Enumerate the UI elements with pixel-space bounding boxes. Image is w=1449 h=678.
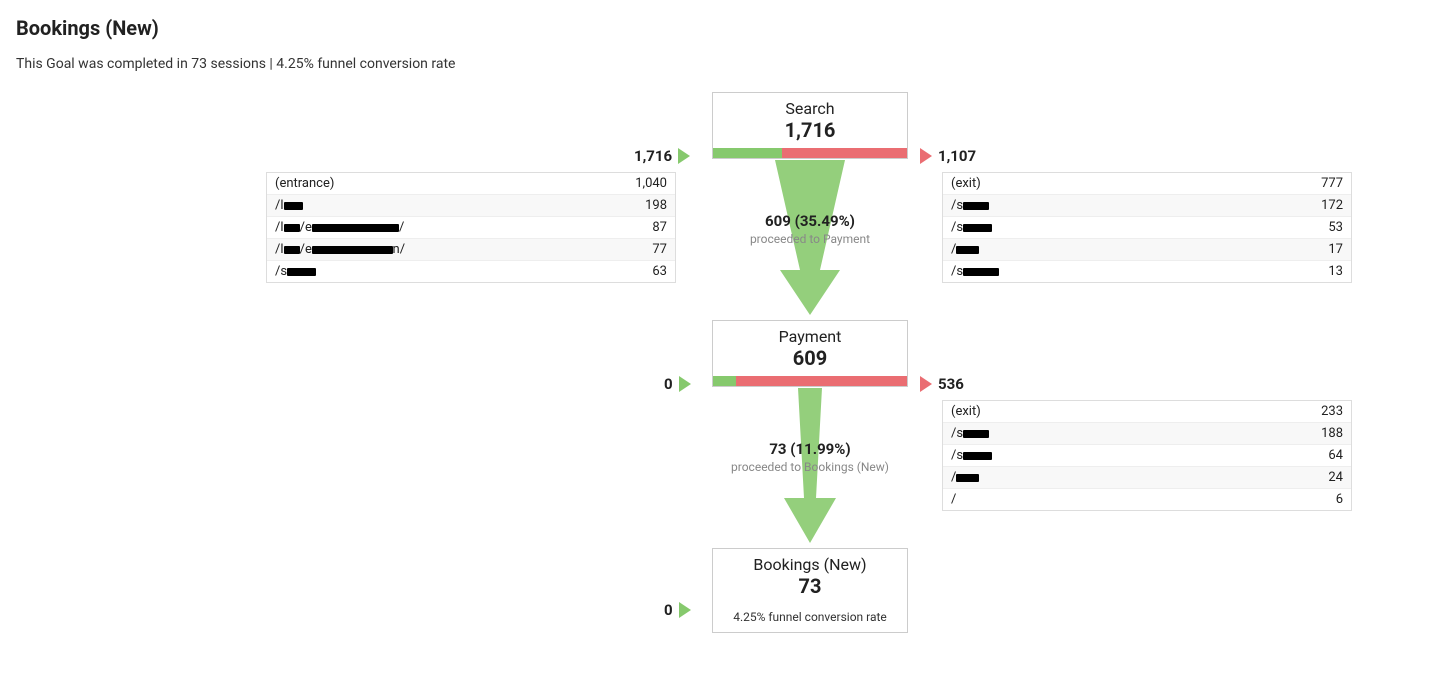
table-row[interactable]: /s 53	[943, 217, 1351, 239]
inflow-value: 1,716	[634, 147, 672, 165]
funnel-step-search[interactable]: Search 1,716	[712, 92, 908, 159]
row-value: 188	[1293, 426, 1343, 441]
table-row[interactable]: /l /e n/77	[267, 239, 675, 261]
arrow-right-red-icon	[920, 148, 932, 164]
row-value: 77	[617, 242, 667, 257]
table-row[interactable]: /s 188	[943, 423, 1351, 445]
table-row[interactable]: / 24	[943, 467, 1351, 489]
step-bar	[713, 376, 907, 386]
table-row[interactable]: /l 198	[267, 195, 675, 217]
funnel-step-bookings[interactable]: Bookings (New) 73 4.25% funnel conversio…	[712, 548, 908, 633]
row-label: /	[951, 492, 1293, 507]
exit-table-search[interactable]: (exit)777/s 172/s 53/ 17/s 13	[942, 172, 1352, 283]
entrance-table-search[interactable]: (entrance)1,040/l 198/l /e /87/l /e n/77…	[266, 172, 676, 283]
step-outflow: 536	[914, 375, 964, 393]
inflow-value: 0	[664, 375, 673, 393]
table-row[interactable]: (exit)777	[943, 173, 1351, 195]
row-label: /s	[951, 426, 1293, 441]
table-row[interactable]: /s 172	[943, 195, 1351, 217]
table-row[interactable]: (exit)233	[943, 401, 1351, 423]
arrow-right-green-icon	[679, 602, 691, 618]
proceed-label: 609 (35.49%) proceeded to Payment	[695, 212, 925, 246]
row-label: /s	[951, 220, 1293, 235]
funnel-canvas: Search 1,716 1,716 1,107 (entrance)1,040…	[16, 92, 1433, 662]
funnel-step-payment[interactable]: Payment 609	[712, 320, 908, 387]
arrow-right-green-icon	[678, 148, 690, 164]
row-value: 63	[617, 264, 667, 279]
row-label: (exit)	[951, 176, 1293, 191]
row-label: /l /e n/	[275, 242, 617, 257]
row-label: (exit)	[951, 404, 1293, 419]
step-value: 73	[713, 574, 907, 604]
row-value: 172	[1293, 198, 1343, 213]
step-inflow: 0	[664, 375, 697, 393]
step-value: 609	[713, 346, 907, 376]
row-value: 17	[1293, 242, 1343, 257]
row-value: 233	[1293, 404, 1343, 419]
inflow-value: 0	[664, 601, 673, 619]
row-label: /s	[951, 198, 1293, 213]
proceed-text: 73 (11.99%)	[695, 440, 925, 458]
row-label: /l /e /	[275, 220, 617, 235]
row-label: /s	[275, 264, 617, 279]
page-title: Bookings (New)	[16, 16, 1433, 40]
row-value: 64	[1293, 448, 1343, 463]
table-row[interactable]: /s 13	[943, 261, 1351, 282]
step-name: Payment	[713, 321, 907, 346]
table-row[interactable]: /l /e /87	[267, 217, 675, 239]
table-row[interactable]: /s 63	[267, 261, 675, 282]
arrow-right-green-icon	[679, 376, 691, 392]
step-inflow: 0	[664, 601, 697, 619]
step-extra: 4.25% funnel conversion rate	[713, 604, 907, 632]
row-label: (entrance)	[275, 176, 617, 191]
row-label: /s	[951, 264, 1293, 279]
row-label: /	[951, 470, 1293, 485]
row-value: 198	[617, 198, 667, 213]
proceed-sub: proceeded to Bookings (New)	[695, 460, 925, 474]
step-value: 1,716	[713, 118, 907, 148]
row-value: 1,040	[617, 176, 667, 191]
proceed-label: 73 (11.99%) proceeded to Bookings (New)	[695, 440, 925, 474]
outflow-value: 1,107	[938, 147, 976, 165]
row-value: 777	[1293, 176, 1343, 191]
row-label: /	[951, 242, 1293, 257]
row-value: 6	[1293, 492, 1343, 507]
proceed-text: 609 (35.49%)	[695, 212, 925, 230]
page-subtitle: This Goal was completed in 73 sessions |…	[16, 56, 1433, 72]
step-outflow: 1,107	[914, 147, 976, 165]
table-row[interactable]: (entrance)1,040	[267, 173, 675, 195]
row-label: /s	[951, 448, 1293, 463]
step-name: Search	[713, 93, 907, 118]
row-value: 24	[1293, 470, 1343, 485]
row-value: 87	[617, 220, 667, 235]
row-label: /l	[275, 198, 617, 213]
arrow-right-red-icon	[920, 376, 932, 392]
step-name: Bookings (New)	[713, 549, 907, 574]
outflow-value: 536	[938, 375, 964, 393]
step-bar	[713, 148, 907, 158]
table-row[interactable]: /s 64	[943, 445, 1351, 467]
table-row[interactable]: /6	[943, 489, 1351, 510]
row-value: 53	[1293, 220, 1343, 235]
proceed-sub: proceeded to Payment	[695, 232, 925, 246]
row-value: 13	[1293, 264, 1343, 279]
step-inflow: 1,716	[634, 147, 696, 165]
exit-table-payment[interactable]: (exit)233/s 188/s 64/ 24/6	[942, 400, 1352, 511]
table-row[interactable]: / 17	[943, 239, 1351, 261]
